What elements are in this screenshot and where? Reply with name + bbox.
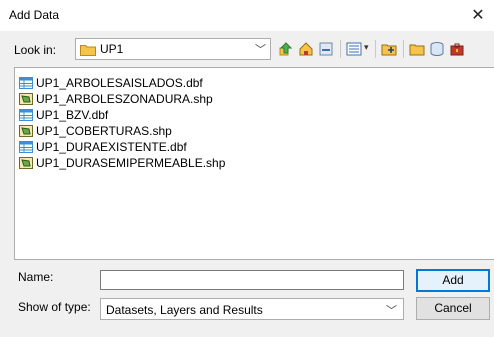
table-icon [19,76,33,89]
file-name: UP1_ARBOLESZONADURA.shp [36,91,213,106]
table-icon [19,140,33,153]
look-in-value: UP1 [100,42,124,56]
polygon-shapefile-icon [19,124,33,137]
show-of-type-dropdown[interactable]: Datasets, Layers and Results ﹀ [100,298,404,320]
toolbar-separator [403,40,404,58]
look-in-label: Look in: [14,43,57,57]
view-menu-icon[interactable] [346,41,362,57]
list-item[interactable]: UP1_ARBOLESZONADURA.shp [19,90,213,107]
list-item[interactable]: UP1_ARBOLESAISLADOS.dbf [19,74,203,91]
add-data-dialog: Add Data ✕ Look in: UP1 ﹀ ▾ UP1_ARBOLESA… [0,0,494,337]
toolbar: ▾ [276,38,494,60]
chevron-down-icon[interactable]: ▾ [364,42,369,53]
file-name: UP1_DURASEMIPERMEABLE.shp [36,155,226,170]
toolbar-separator [340,40,341,58]
list-item[interactable]: UP1_DURASEMIPERMEABLE.shp [19,154,225,171]
new-geodatabase-icon[interactable] [381,41,397,57]
file-list[interactable]: UP1_ARBOLESAISLADOS.dbf UP1_ARBOLESZONAD… [14,67,494,260]
toolbox-icon[interactable] [449,41,465,57]
name-input[interactable] [100,270,404,290]
look-in-dropdown[interactable]: UP1 ﹀ [75,38,271,60]
chevron-down-icon[interactable]: ﹀ [386,302,397,318]
name-label: Name: [18,270,54,284]
add-button[interactable]: Add [416,269,490,292]
up-one-level-icon[interactable] [278,41,294,57]
list-item[interactable]: UP1_COBERTURAS.shp [19,122,172,139]
file-name: UP1_COBERTURAS.shp [36,123,172,138]
dialog-title: Add Data [9,8,60,22]
file-name: UP1_BZV.dbf [36,107,109,122]
close-button[interactable]: ✕ [462,0,494,31]
file-name: UP1_ARBOLESAISLADOS.dbf [36,75,203,90]
show-of-type-value: Datasets, Layers and Results [106,303,263,317]
polygon-shapefile-icon [19,92,33,105]
connect-folder-icon[interactable] [318,41,334,57]
file-name: UP1_DURAEXISTENTE.dbf [36,139,187,154]
list-item[interactable]: UP1_BZV.dbf [19,106,108,123]
folder-icon[interactable] [409,41,425,57]
show-of-type-label: Show of type: [18,300,91,314]
new-table-icon[interactable] [429,41,445,57]
chevron-down-icon[interactable]: ﹀ [255,41,266,57]
toolbar-separator [375,40,376,58]
list-item[interactable]: UP1_DURAEXISTENTE.dbf [19,138,187,155]
title-bar: Add Data ✕ [0,0,494,31]
polygon-shapefile-icon [19,156,33,169]
cancel-button[interactable]: Cancel [416,297,490,320]
table-icon [19,108,33,121]
folder-icon [80,45,96,56]
home-icon[interactable] [298,41,314,57]
